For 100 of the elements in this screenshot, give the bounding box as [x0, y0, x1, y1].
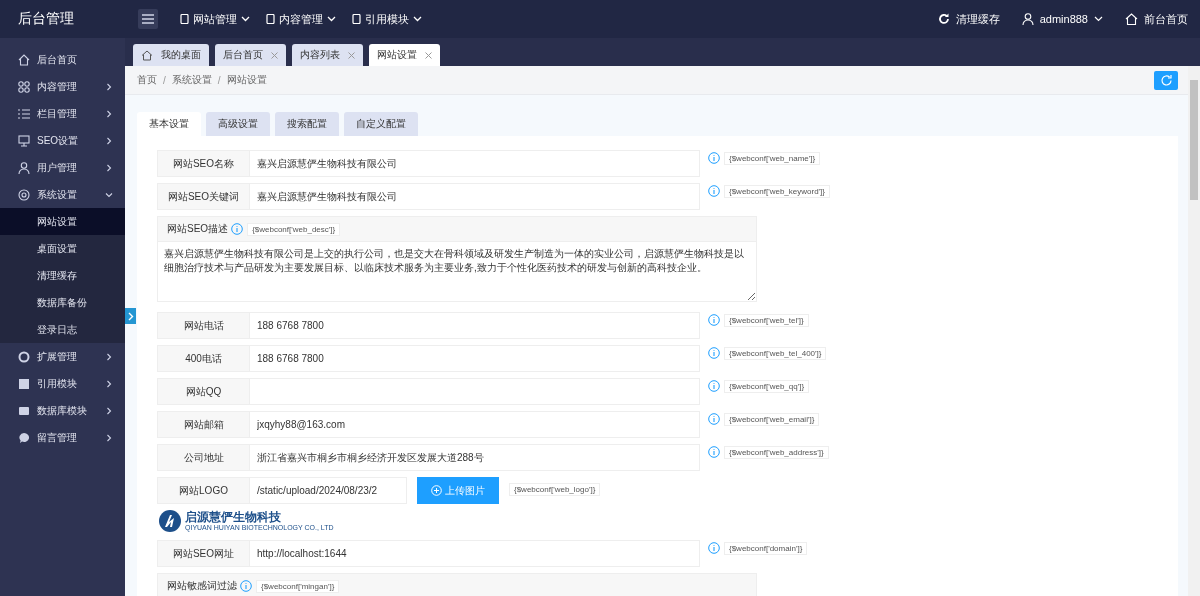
sidebar-subitem[interactable]: 数据库备份 [0, 289, 125, 316]
text-field[interactable]: 188 6768 7800 [250, 312, 700, 339]
text-field[interactable]: http://localhost:1644 [250, 540, 700, 567]
close-icon[interactable] [271, 51, 278, 59]
info-icon [708, 380, 720, 392]
top-menu-item[interactable]: 网站管理 [180, 11, 250, 27]
grid-icon [18, 80, 30, 93]
text-field[interactable]: jxqyhy88@163.com [250, 411, 700, 438]
field-label: 网站SEO网址 [157, 540, 250, 567]
home-icon [1125, 13, 1138, 25]
sidebar-item[interactable]: 后台首页 [0, 46, 125, 73]
document-icon [352, 14, 361, 24]
text-field[interactable]: 浙江省嘉兴市桐乡市桐乡经济开发区发展大道288号 [250, 444, 700, 471]
refresh-icon [937, 13, 950, 25]
scrollbar[interactable] [1188, 66, 1200, 596]
chevron-right-icon [105, 136, 113, 145]
field-label: 网站SEO关键词 [157, 183, 250, 210]
settings-tab[interactable]: 高级设置 [206, 112, 270, 136]
top-menu-item[interactable]: 内容管理 [266, 11, 336, 27]
home-icon [141, 49, 153, 61]
chevron-down-icon [413, 16, 422, 22]
field-label: 公司地址 [157, 444, 250, 471]
sidebar-item[interactable]: 栏目管理 [0, 100, 125, 127]
collapse-sidebar-button[interactable] [125, 308, 136, 324]
close-icon[interactable] [348, 51, 355, 59]
menu-button[interactable] [138, 9, 158, 29]
gear-icon [18, 188, 30, 201]
text-field[interactable]: 嘉兴启源慧俨生物科技有限公司 [250, 150, 700, 177]
template-tag: {$webconf['web_tel_400']} [724, 347, 827, 360]
sidebar-subitem[interactable]: 清理缓存 [0, 262, 125, 289]
sidebar-item[interactable]: 系统设置 [0, 181, 125, 208]
page-tab[interactable]: 网站设置 [369, 44, 440, 66]
breadcrumb-link[interactable]: 首页 [137, 73, 157, 87]
page-tab[interactable]: 内容列表 [292, 44, 363, 66]
info-icon [708, 314, 720, 326]
refresh-icon [1159, 73, 1173, 87]
field-label: 网站电话 [157, 312, 250, 339]
front-home-link[interactable]: 前台首页 [1125, 11, 1188, 27]
sidebar-subitem[interactable]: 登录日志 [0, 316, 125, 343]
plus-circle-icon [431, 485, 442, 496]
settings-tab[interactable]: 搜索配置 [275, 112, 339, 136]
app-title: 后台管理 [17, 10, 75, 28]
monitor-icon [18, 134, 30, 147]
chevron-down-icon [1094, 16, 1103, 22]
sidebar-item[interactable]: 扩展管理 [0, 343, 125, 370]
breadcrumb-link[interactable]: 网站设置 [226, 73, 267, 87]
top-menu-item[interactable]: 引用模块 [352, 11, 422, 27]
chevron-right-icon [105, 82, 113, 91]
breadcrumb-separator: / [217, 74, 221, 86]
close-icon[interactable] [425, 51, 432, 59]
template-tag: {$webconf['web_tel']} [724, 314, 809, 327]
user-icon [1021, 13, 1034, 25]
sidebar-subitem[interactable]: 网站设置 [0, 208, 125, 235]
sidebar-item[interactable]: 引用模块 [0, 370, 125, 397]
info-icon [708, 347, 720, 359]
sidebar-item[interactable]: 内容管理 [0, 73, 125, 100]
text-field[interactable]: 188 6768 7800 [250, 345, 700, 372]
info-icon [708, 446, 720, 458]
page-tab[interactable]: 后台首页 [215, 44, 286, 66]
text-field[interactable]: 嘉兴启源慧俨生物科技有限公司 [250, 183, 700, 210]
field-label: 网站敏感词过滤 [167, 579, 237, 593]
template-tag: {$webconf['web_address']} [724, 446, 829, 459]
text-area[interactable]: 嘉兴启源慧俨生物科技有限公司是上交的执行公司，也是交大在骨科领域及研发生产制造为一体的实业公司，启源慧俨生物科技是以细胞治疗技术与产品研发为主要发展目标、以临床技术服务为主要业务,致力于个性化医药技术的研发与创新的高科技企业。 [157, 241, 757, 302]
info-icon [708, 542, 720, 554]
sidebar-item[interactable]: 用户管理 [0, 154, 125, 181]
sidebar-item[interactable]: 留言管理 [0, 424, 125, 451]
document-icon [180, 14, 189, 24]
template-tag: {$webconf['domain']} [724, 542, 808, 555]
square-icon [18, 377, 30, 390]
text-field[interactable]: /static/upload/2024/08/23/2 [250, 477, 407, 504]
settings-tab[interactable]: 基本设置 [137, 112, 201, 136]
sidebar-subitem[interactable]: 桌面设置 [0, 235, 125, 262]
template-tag: {$webconf['web_qq']} [724, 380, 810, 393]
refresh-button[interactable] [1154, 70, 1178, 90]
info-icon [231, 223, 244, 235]
sidebar-item[interactable]: 数据库模块 [0, 397, 125, 424]
chevron-right-icon [105, 433, 113, 442]
chevron-right-icon [105, 109, 113, 118]
settings-tab[interactable]: 自定义配置 [344, 112, 418, 136]
ring-icon [18, 350, 30, 363]
template-tag: {$webconf['web_keyword']} [724, 185, 830, 198]
chevron-down-icon [241, 16, 250, 22]
template-tag: {$webconf['mingan']} [256, 579, 340, 593]
field-label: 网站邮箱 [157, 411, 250, 438]
chat-bubble-icon [18, 431, 30, 444]
page-tab[interactable]: 我的桌面 [133, 44, 209, 66]
template-tag: {$webconf['web_logo']} [509, 483, 601, 496]
sidebar-item[interactable]: SEO设置 [0, 127, 125, 154]
field-label: 400电话 [157, 345, 250, 372]
home-icon [18, 53, 30, 66]
breadcrumb-separator: / [163, 74, 166, 86]
field-label: 网站QQ [157, 378, 250, 405]
user-menu[interactable]: admin888 [1021, 13, 1103, 25]
clear-cache-link[interactable]: 清理缓存 [937, 11, 1000, 27]
breadcrumb-link[interactable]: 系统设置 [171, 73, 212, 87]
info-icon [240, 580, 252, 592]
chevron-down-icon [327, 16, 336, 22]
info-icon [708, 185, 720, 197]
info-icon [708, 152, 720, 164]
field-label: 网站SEO名称 [157, 150, 250, 177]
